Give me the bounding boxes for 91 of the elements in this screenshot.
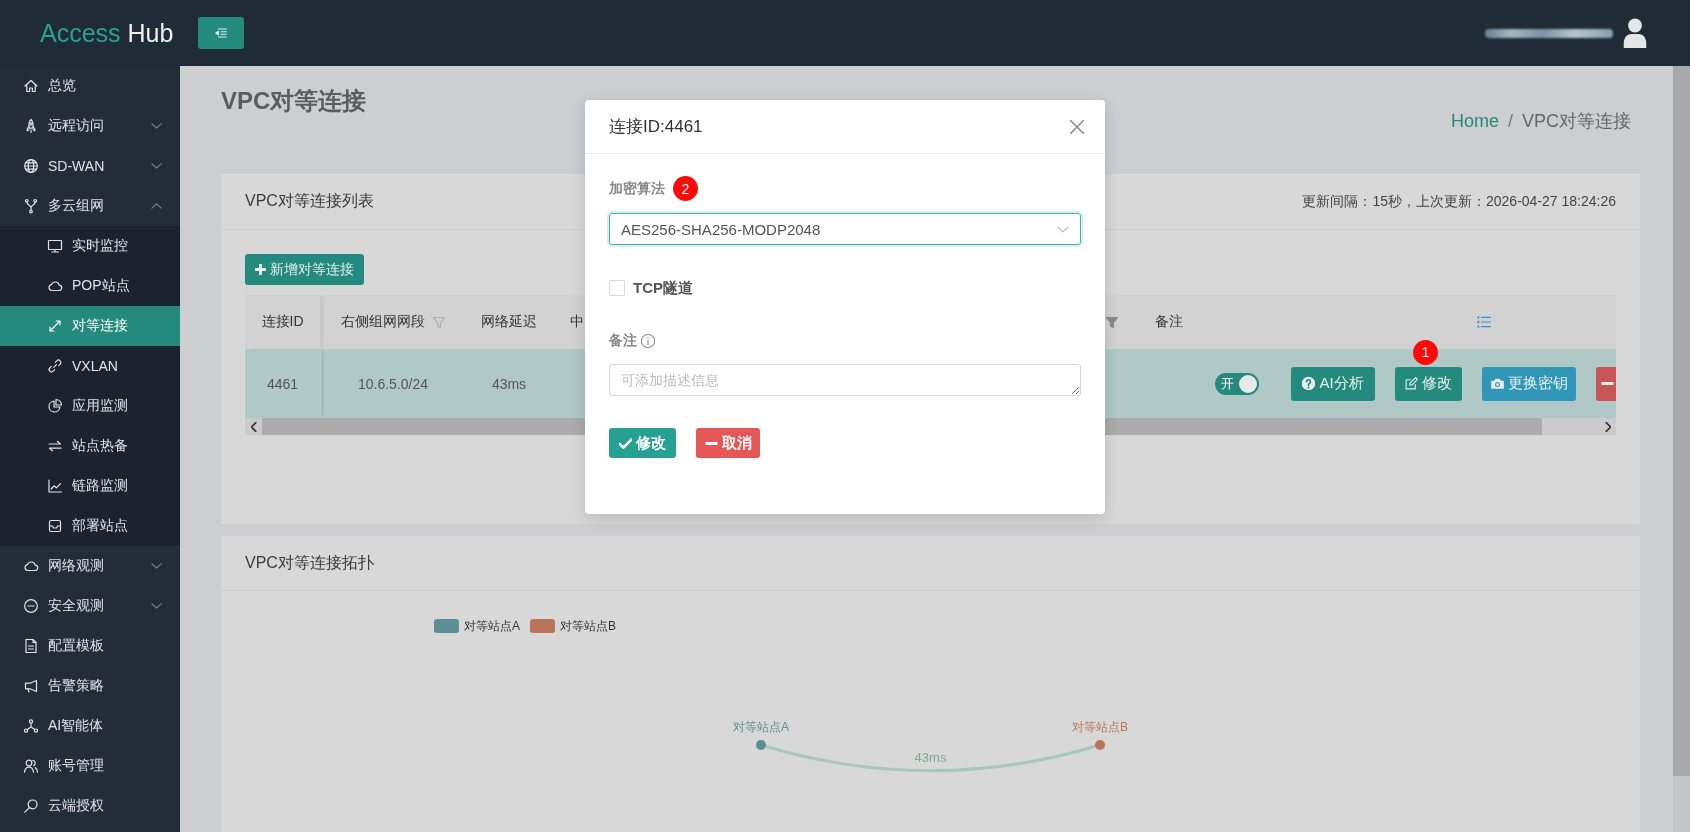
chevron-right-icon[interactable] [1605,421,1611,432]
sidebar-item[interactable]: POP站点 [0,266,180,306]
network-icon [23,718,39,734]
link-label: 43ms [914,750,947,766]
list-icon[interactable] [1477,316,1491,328]
column-header: 连接ID [261,313,304,331]
delete-button[interactable] [1596,366,1616,401]
annotation-badge: 2 [673,176,698,201]
network-segment-text: 10.6.5.0/24 [357,375,429,392]
breadcrumb-separator: / [1507,110,1513,133]
search-icon [23,798,39,814]
sidebar-item[interactable]: SD-WAN [0,146,180,186]
add-connection-button[interactable]: 新增对等连接 [245,254,364,285]
textarea-field[interactable]: 可添加描述信息 [609,364,1081,396]
ai-analysis-button[interactable]: AI分析 [1291,366,1375,401]
swap-icon [47,438,63,454]
column-header: 中 [570,313,584,331]
sidebar-item[interactable]: 云端授权 [0,786,180,826]
legend-swatch-icon[interactable] [530,619,555,633]
megaphone-icon [23,678,39,694]
card-title: VPC对等连接列表 [245,191,374,211]
edit-button[interactable]: 修改 [1395,366,1462,401]
chevron-left-icon[interactable] [251,421,257,432]
column-header: 备注 [1155,313,1183,331]
sidebar-item[interactable]: 告警策略 [0,666,180,706]
dialog-title: 连接ID:4461 [609,116,703,138]
app-logo: Access Hub [40,18,174,47]
sidebar-item[interactable]: 链路监测 [0,466,180,506]
chevron-down-icon [1057,225,1069,233]
branch-icon [23,198,39,214]
page-title: VPC对等连接 [221,86,367,116]
toggle-switch[interactable]: 开 [1215,372,1259,395]
check-icon [619,436,632,450]
checkbox-label[interactable]: TCP隧道 [633,278,693,298]
pie-chart-icon [47,398,63,414]
node-label: 对等站点A [733,720,789,735]
legend-swatch-icon[interactable] [434,619,459,633]
cancel-button[interactable]: 取消 [696,428,760,458]
filter-filled-icon[interactable] [1106,316,1118,328]
info-icon[interactable] [641,334,655,348]
document-icon [23,638,39,654]
minus-circle-icon [23,598,39,614]
sidebar-item[interactable]: 账号管理 [0,746,180,786]
sidebar-item[interactable]: 站点热备 [0,426,180,466]
line-chart-icon [47,478,63,494]
camera-icon [1490,377,1504,390]
sidebar-item[interactable]: 应用监测 [0,386,180,426]
close-button[interactable] [1070,119,1084,134]
breadcrumb-current: VPC对等连接 [1522,110,1631,133]
latency-text: 43ms [491,375,527,392]
select-field[interactable]: AES256-SHA256-MODP2048 [609,213,1081,245]
sidebar-item[interactable]: 安全观测 [0,586,180,626]
column-header: 右侧组网网段 [341,313,425,331]
plus-icon [255,264,266,275]
monitor-icon [47,238,63,254]
connection-id-text: 4461 [266,375,299,392]
edit-icon [1405,377,1418,390]
home-icon [23,78,39,94]
users-icon [23,758,39,774]
column-header: 网络延迟 [481,313,537,331]
sidebar-item[interactable]: 总览 [0,66,180,106]
sidebar-item[interactable]: AI智能体 [0,706,180,746]
globe-icon [23,158,39,174]
legend-label[interactable]: 对等站点B [560,617,617,635]
inbox-icon [47,518,63,534]
menu-fold-icon [214,26,228,40]
legend-label[interactable]: 对等站点A [464,617,520,635]
update-info-text: 更新间隔：15秒，上次更新：2026-04-27 18:24:26 [1302,192,1616,211]
field-label: 加密算法 [609,179,665,198]
diagonal-arrow-icon [47,318,63,334]
cloud-icon [23,558,39,574]
filter-icon[interactable] [433,316,445,328]
user-avatar-icon[interactable] [1623,18,1647,48]
sidebar-item[interactable]: 远程访问 [0,106,180,146]
field-label: 备注 [609,332,637,350]
node-label: 对等站点B [1072,720,1128,735]
link-icon [47,358,63,374]
sidebar-item[interactable]: 网络观测 [0,546,180,586]
card-title: VPC对等连接拓扑 [245,552,374,573]
cloud-icon [47,278,63,294]
sidebar-item[interactable]: 部署站点 [0,506,180,546]
sidebar-item[interactable]: 配置模板 [0,626,180,666]
sidebar-item[interactable]: 实时监控 [0,226,180,266]
close-icon [1070,119,1084,134]
node-dot[interactable] [756,740,766,750]
sidebar-item[interactable]: 多云组网 [0,186,180,226]
checkbox[interactable] [609,280,625,296]
menu-toggle-button[interactable] [198,17,244,49]
sidebar-item[interactable]: 对等连接 [0,306,180,346]
node-dot[interactable] [1095,740,1105,750]
sidebar-item[interactable]: VXLAN [0,346,180,386]
